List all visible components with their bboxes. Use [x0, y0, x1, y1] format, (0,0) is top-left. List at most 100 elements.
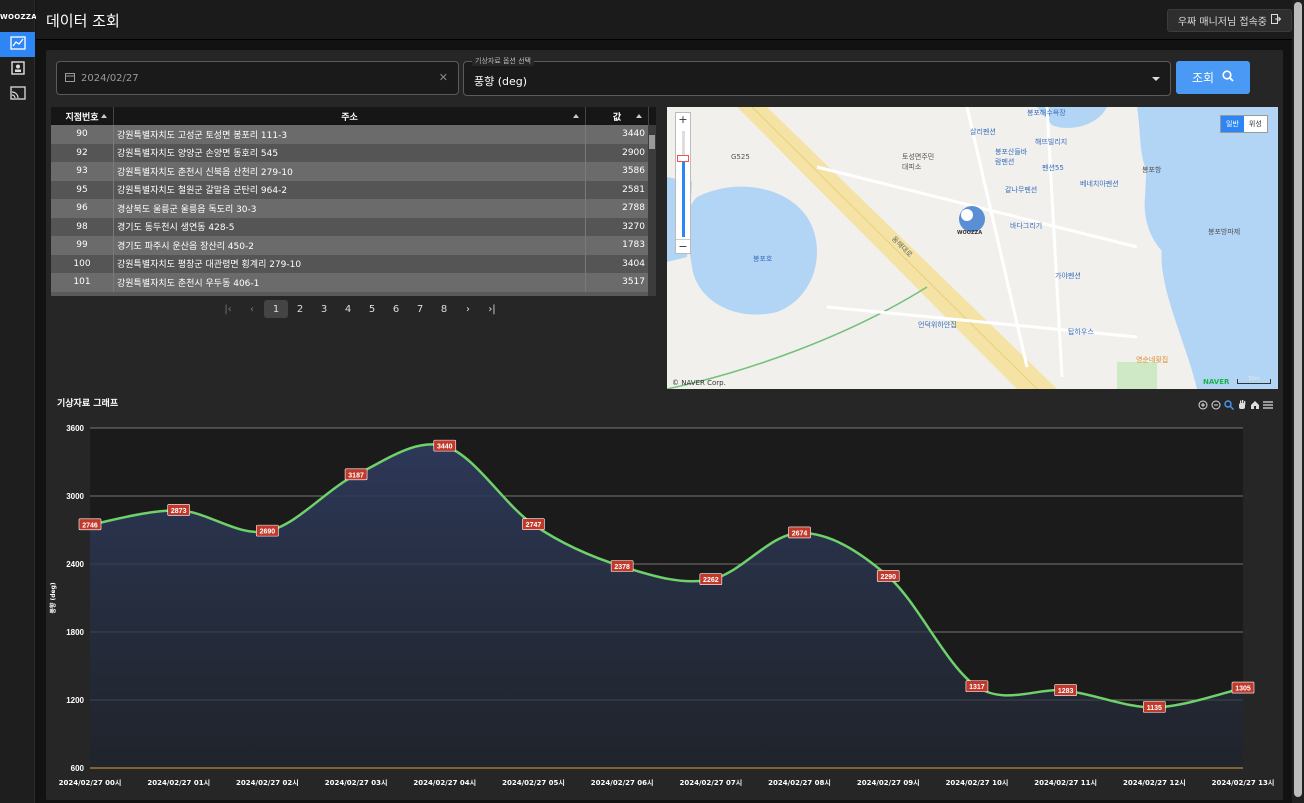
caret-down-icon: [1152, 77, 1160, 81]
last-page-icon[interactable]: ›|: [480, 300, 504, 318]
data-label: 2674: [792, 530, 808, 537]
naver-map[interactable]: WOOZZA 봉포해수욕장 살리펜션 해뜨빌리지 봉포산들바람펜션 토성면주민대…: [667, 107, 1278, 389]
data-label: 1135: [1147, 705, 1162, 712]
top-header: 데이터 조회 우짜 매니저님 접속중: [36, 0, 1292, 40]
y-tick-label: 1800: [66, 628, 84, 637]
app-logo: WOOZZA: [0, 13, 37, 21]
map-label: 봉포해수욕장: [1027, 109, 1066, 117]
column-header-station[interactable]: 지점번호: [51, 107, 114, 125]
first-page-icon[interactable]: |‹: [216, 300, 240, 318]
date-field[interactable]: 2024/02/27 ✕: [56, 61, 459, 95]
table-row[interactable]: 92 강원특별자치도 양양군 손양면 동호리 545 2900: [51, 143, 656, 162]
x-tick-label: 2024/02/27 12시: [1123, 779, 1186, 787]
search-button[interactable]: 조회: [1176, 61, 1250, 94]
prev-page-icon[interactable]: ‹: [240, 300, 264, 318]
page-button[interactable]: 3: [312, 300, 336, 318]
column-header-value[interactable]: 값: [586, 107, 649, 125]
table-row[interactable]: 100 강원특별자치도 평창군 대관령면 횡계리 279-10 3404: [51, 254, 656, 273]
zoom-track[interactable]: [682, 131, 685, 237]
sidebar-item-contacts[interactable]: [0, 57, 35, 82]
column-header-address[interactable]: 주소: [114, 107, 586, 125]
page-button[interactable]: 2: [288, 300, 312, 318]
table-cell-station: 100: [51, 254, 114, 273]
table-cell-address: 강원특별자치도 춘천시 신북읍 산천리 279-10: [114, 162, 586, 181]
x-tick-label: 2024/02/27 01시: [147, 779, 210, 787]
x-tick-label: 2024/02/27 03시: [325, 779, 388, 787]
table-scrollbar[interactable]: [648, 125, 656, 296]
page-scrollbar-thumb[interactable]: [1294, 2, 1302, 797]
map-type-satellite-button[interactable]: 위성: [1243, 116, 1267, 132]
map-label: 살리펜션: [970, 128, 996, 136]
map-scale-label: 50m: [1248, 376, 1260, 382]
x-tick-label: 2024/02/27 13시: [1212, 779, 1275, 787]
page-button[interactable]: 8: [432, 300, 456, 318]
table-cell-value: 3404: [586, 254, 649, 273]
page-button[interactable]: 7: [408, 300, 432, 318]
table-row[interactable]: 90 강원특별자치도 고성군 토성면 봉포리 111-3 3440: [51, 125, 656, 144]
table-scrollbar-thumb[interactable]: [649, 135, 655, 149]
data-label: 3440: [437, 444, 453, 451]
x-tick-label: 2024/02/27 10시: [946, 779, 1009, 787]
page-button[interactable]: 1: [264, 300, 288, 318]
column-header-label: 값: [612, 112, 622, 123]
map-label: 탑하우스: [1068, 328, 1094, 336]
table-row[interactable]: 95 강원특별자치도 철원군 갈말읍 군탄리 964-2 2581: [51, 180, 656, 199]
map-label: 봉포산들바람펜션: [995, 148, 1028, 166]
sort-up-icon: [573, 114, 579, 118]
table-row[interactable]: 99 경기도 파주시 운산읍 장산리 450-2 1783: [51, 236, 656, 255]
next-page-icon[interactable]: ›: [456, 300, 480, 318]
map-type-toggle: 일반 위성: [1220, 115, 1268, 133]
page-scrollbar[interactable]: [1292, 0, 1304, 803]
zoom-in-icon[interactable]: +: [676, 113, 690, 127]
map-label: 해뜨빌리지: [1035, 138, 1068, 146]
data-label: 2746: [82, 522, 98, 529]
weather-option-select[interactable]: 기상자료 옵션 선택 풍향 (deg): [463, 56, 1171, 96]
table-cell-address: 경기도 동두천시 생연동 428-5: [114, 217, 586, 236]
table-row[interactable]: 93 강원특별자치도 춘천시 신북읍 산천리 279-10 3586: [51, 162, 656, 181]
table-cell-station: 98: [51, 217, 114, 236]
x-tick-label: 2024/02/27 02시: [236, 779, 299, 787]
table-cell-value: 3270: [586, 217, 649, 236]
table-cell-station: 95: [51, 180, 114, 199]
page-button[interactable]: 4: [336, 300, 360, 318]
sidebar-item-data-chart[interactable]: [0, 32, 35, 57]
data-label: 3187: [348, 472, 364, 479]
data-label: 1283: [1058, 688, 1074, 695]
clear-icon[interactable]: ✕: [439, 71, 448, 84]
table-cell-station: 96: [51, 199, 114, 218]
zoom-out-icon[interactable]: −: [676, 239, 690, 253]
page-title: 데이터 조회: [46, 12, 120, 30]
y-tick-label: 1200: [66, 696, 84, 705]
data-label: 2290: [880, 574, 896, 581]
chart-title: 기상자료 그래프: [57, 399, 119, 409]
cast-icon: [9, 85, 26, 104]
y-axis-label: 풍향 (deg): [49, 582, 57, 614]
data-label: 1305: [1235, 686, 1251, 693]
table-cell-station: 92: [51, 143, 114, 162]
map-label: G525: [731, 153, 750, 161]
user-logout-button[interactable]: 우짜 매니저님 접속중: [1166, 9, 1292, 32]
map-label: 봉포호: [753, 255, 773, 263]
map-label: 봉포항: [1142, 166, 1162, 174]
table-cell-value: 2788: [586, 199, 649, 218]
pagination: |‹ ‹ 12345678 › ›|: [216, 300, 504, 318]
table-cell-address: 강원특별자치도 양양군 손양면 동호리 545: [114, 143, 586, 162]
table-cell-value: 3586: [586, 162, 649, 181]
map-label: 베네치아펜션: [1080, 180, 1119, 188]
table-cell-address: 강원특별자치도 평창군 대관령면 횡계리 279-10: [114, 254, 586, 273]
sidebar-item-cast[interactable]: [0, 82, 35, 107]
zoom-handle[interactable]: [677, 155, 689, 162]
map-type-normal-button[interactable]: 일반: [1221, 116, 1244, 132]
data-label: 2873: [171, 508, 187, 515]
data-label: 2690: [260, 529, 276, 536]
data-label: 1317: [969, 684, 985, 691]
map-canvas: [667, 107, 1278, 389]
map-label: 펜션55: [1042, 164, 1064, 172]
table-row[interactable]: 96 경상북도 울릉군 울릉읍 독도리 30-3 2788: [51, 199, 656, 218]
logout-icon: [1271, 14, 1282, 27]
page-button[interactable]: 6: [384, 300, 408, 318]
table-row[interactable]: 101 강원특별자치도 춘천시 우두동 406-1 3517: [51, 273, 656, 292]
x-tick-label: 2024/02/27 00시: [59, 779, 122, 787]
table-row[interactable]: 98 경기도 동두천시 생연동 428-5 3270: [51, 217, 656, 236]
page-button[interactable]: 5: [360, 300, 384, 318]
